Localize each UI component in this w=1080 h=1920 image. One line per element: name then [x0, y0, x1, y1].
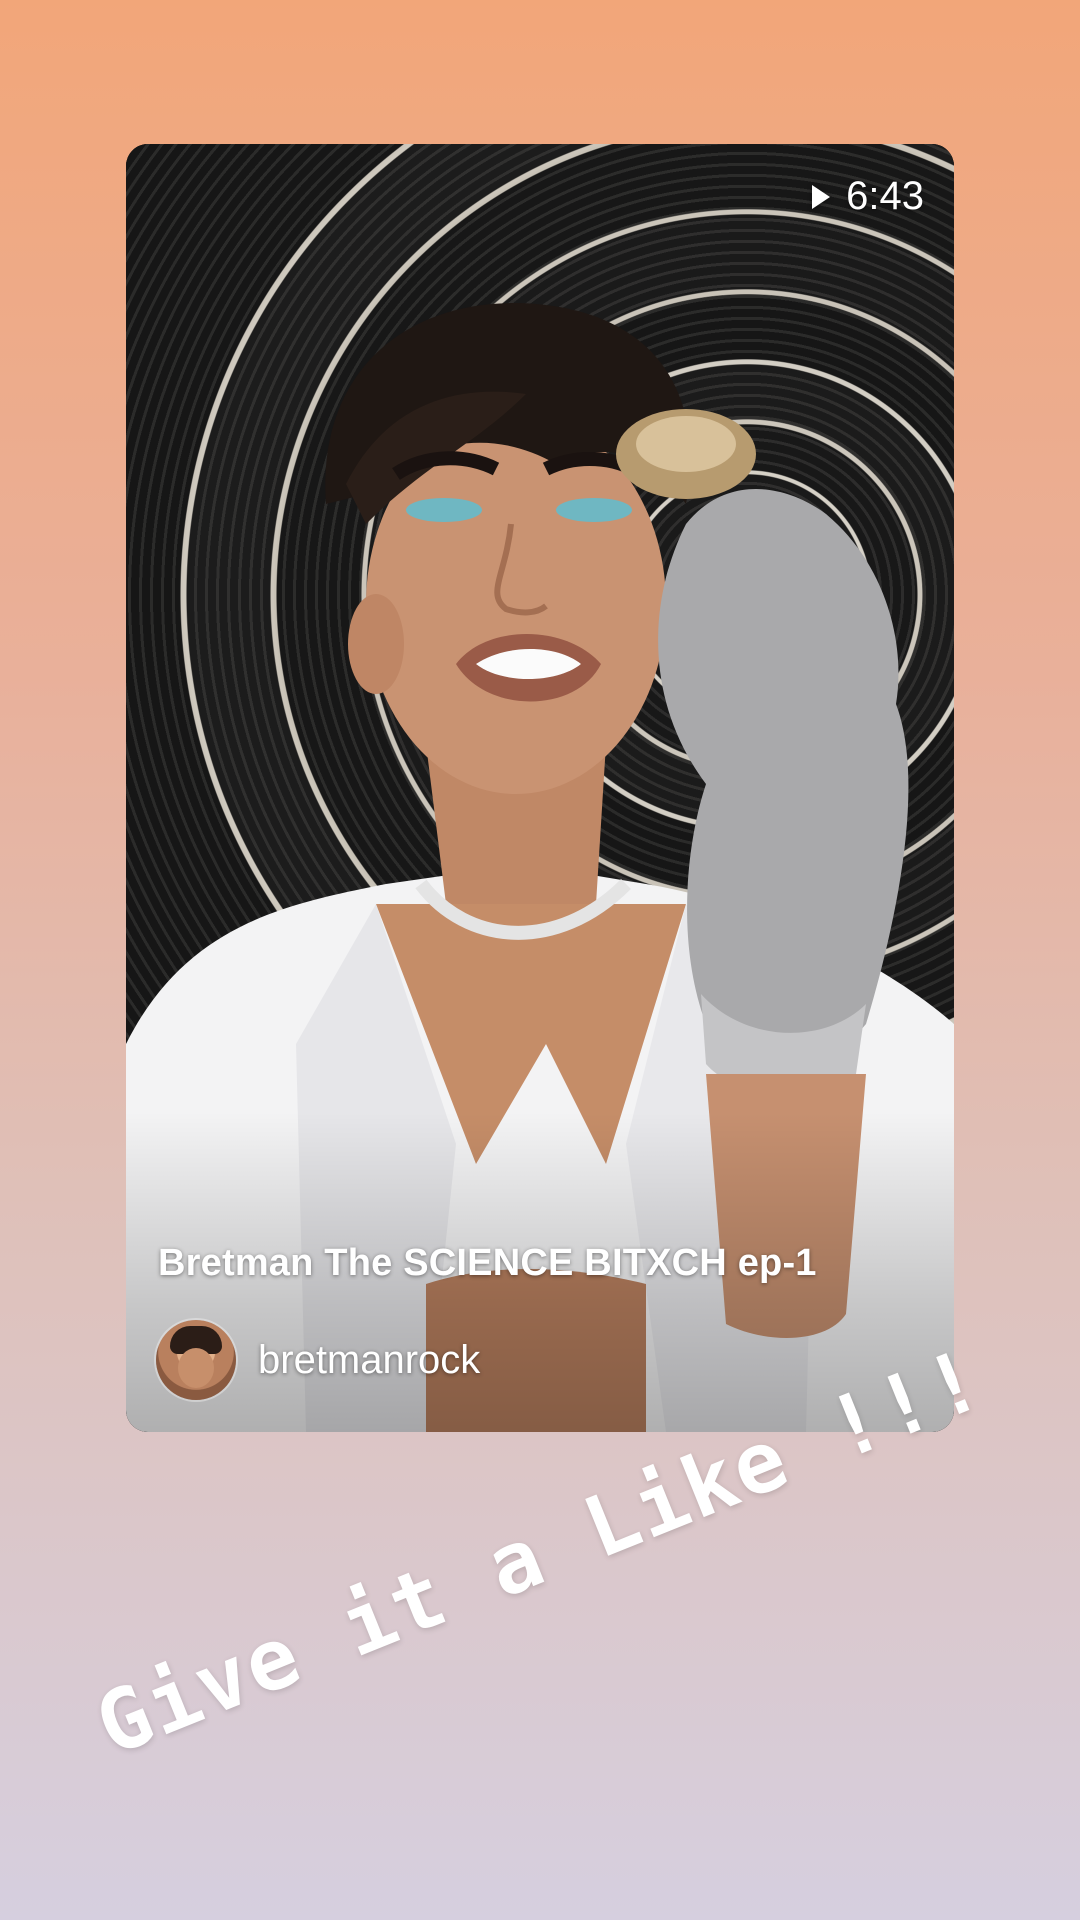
author-username[interactable]: bretmanrock [258, 1338, 480, 1383]
play-icon [812, 184, 831, 209]
duration-text: 6:43 [846, 174, 924, 218]
author-row[interactable]: bretmanrock [156, 1320, 480, 1400]
video-duration-badge: 6:43 [812, 174, 924, 219]
video-title[interactable]: Bretman The SCIENCE BITXCH ep-1 [158, 1242, 817, 1285]
avatar[interactable] [156, 1320, 236, 1400]
video-post-card[interactable]: 6:43 Bretman The SCIENCE BITXCH ep-1 bre… [126, 144, 954, 1432]
